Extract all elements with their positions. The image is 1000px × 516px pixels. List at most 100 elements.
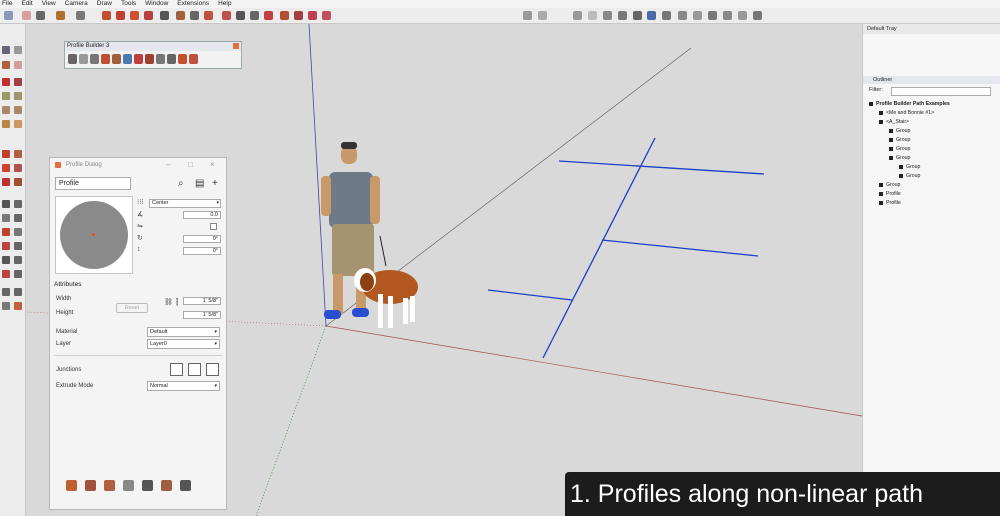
tree-node-root[interactable]: Profile Builder Path Examples — [869, 101, 950, 108]
component-tool-icon[interactable] — [14, 46, 22, 54]
pushpull-icon[interactable] — [102, 11, 111, 20]
offset-tool-icon[interactable] — [14, 178, 22, 186]
pb-close-icon[interactable] — [233, 43, 239, 49]
tree-node-profile[interactable]: Profile — [879, 200, 901, 207]
extrude-mode-select[interactable]: Normal ▾ — [147, 381, 220, 391]
pb-pencil-icon[interactable] — [68, 54, 77, 64]
polygon-tool-icon[interactable] — [14, 106, 22, 114]
position-camera-tool-icon[interactable] — [2, 288, 10, 296]
zoom-tool-icon[interactable] — [2, 256, 10, 264]
pan-tool-icon[interactable] — [14, 242, 22, 250]
layout-icon[interactable] — [308, 11, 317, 20]
menu-file[interactable]: File — [2, 0, 12, 8]
shaded-icon[interactable] — [603, 11, 612, 20]
previous-tool-icon[interactable] — [14, 270, 22, 278]
move-tool-icon[interactable] — [2, 150, 10, 158]
reset-button[interactable]: Reset — [116, 303, 148, 313]
width-input[interactable]: 1' 5/8" — [183, 297, 221, 305]
freehand-tool-icon[interactable] — [14, 78, 22, 86]
menu-camera[interactable]: Camera — [65, 0, 88, 8]
tape-icon[interactable] — [160, 11, 169, 20]
arc-tool-icon[interactable] — [2, 120, 10, 128]
menu-extensions[interactable]: Extensions — [177, 0, 209, 8]
menu-tools[interactable]: Tools — [121, 0, 136, 8]
profile-name-input[interactable]: Profile — [55, 177, 131, 190]
menu-edit[interactable]: Edit — [21, 0, 32, 8]
select-tool-icon[interactable] — [2, 46, 10, 54]
layer-select[interactable]: Layer0 ▾ — [147, 339, 220, 349]
tree-node-group[interactable]: Group — [899, 173, 920, 180]
line-icon[interactable] — [36, 11, 45, 20]
warehouse-icon[interactable] — [280, 11, 289, 20]
rotate-tool-icon[interactable] — [2, 164, 10, 172]
offset-icon[interactable] — [144, 11, 153, 20]
protractor-tool-icon[interactable] — [2, 214, 10, 222]
left-view-icon[interactable] — [723, 11, 732, 20]
dimension-tool-icon[interactable] — [14, 200, 22, 208]
filter-input[interactable] — [891, 87, 991, 96]
zoom-extents-tool-icon[interactable] — [2, 270, 10, 278]
rotated-rect-tool-icon[interactable] — [14, 92, 22, 100]
tree-node-group[interactable]: Group — [889, 155, 910, 162]
junction-butt-button[interactable] — [188, 363, 201, 376]
close-icon[interactable]: × — [210, 158, 215, 172]
move-icon[interactable] — [116, 11, 125, 20]
zoom-extents-icon[interactable] — [264, 11, 273, 20]
tree-node-group[interactable]: Group — [889, 146, 910, 153]
xray-icon[interactable] — [523, 11, 532, 20]
shape-icon[interactable] — [76, 11, 85, 20]
pan-icon[interactable] — [222, 11, 231, 20]
pb-swap-icon[interactable] — [145, 54, 154, 64]
textured-icon[interactable] — [618, 11, 627, 20]
menu-draw[interactable]: Draw — [97, 0, 112, 8]
tree-node-group[interactable]: Group — [889, 137, 910, 144]
pushpull-tool-icon[interactable] — [14, 150, 22, 158]
pb-member-icon[interactable] — [112, 54, 121, 64]
eraser-tool-icon[interactable] — [14, 61, 22, 69]
footer-person-icon[interactable] — [104, 480, 115, 491]
followme-tool-icon[interactable] — [14, 164, 22, 172]
back-edges-icon[interactable] — [538, 11, 547, 20]
footer-select-icon[interactable] — [142, 480, 153, 491]
pb-path-icon[interactable] — [90, 54, 99, 64]
extension-warehouse-icon[interactable] — [294, 11, 303, 20]
footer-trim-icon[interactable] — [85, 480, 96, 491]
footer-stamp-icon[interactable] — [161, 480, 172, 491]
pb-spanner-icon[interactable] — [156, 54, 165, 64]
tree-node-profile[interactable]: Profile — [879, 191, 901, 198]
pie-tool-icon[interactable] — [14, 120, 22, 128]
paint-icon[interactable] — [176, 11, 185, 20]
rotate-icon[interactable] — [130, 11, 139, 20]
hidden-line-icon[interactable] — [588, 11, 597, 20]
tree-node-group[interactable]: Group — [879, 182, 900, 189]
maximize-icon[interactable]: □ — [188, 158, 193, 172]
offset-input[interactable]: 0.0 — [183, 211, 221, 219]
extension-manager-icon[interactable] — [322, 11, 331, 20]
junction-square-button[interactable] — [206, 363, 219, 376]
house-icon[interactable] — [738, 11, 747, 20]
link-icon[interactable]: ⛓ — [164, 298, 173, 306]
front-view-icon[interactable] — [678, 11, 687, 20]
pb-cloud-icon[interactable] — [123, 54, 132, 64]
axes-tool-icon[interactable] — [2, 228, 10, 236]
footer-dropper-icon[interactable] — [180, 480, 191, 491]
orbit-tool-icon[interactable] — [2, 242, 10, 250]
tree-node-stair[interactable]: <A_Stair> — [879, 119, 909, 126]
footer-paint-icon[interactable] — [66, 480, 77, 491]
text-icon[interactable] — [190, 11, 199, 20]
junction-miter-button[interactable] — [170, 363, 183, 376]
look-around-tool-icon[interactable] — [2, 302, 10, 310]
select-icon[interactable] — [4, 11, 13, 20]
menu-view[interactable]: View — [42, 0, 56, 8]
menu-window[interactable]: Window — [145, 0, 168, 8]
align-select[interactable]: Center ▾ — [149, 199, 221, 208]
mirror-checkbox[interactable] — [210, 223, 217, 230]
iso-view-icon[interactable] — [647, 11, 656, 20]
pb-profile-icon[interactable] — [79, 54, 88, 64]
rect-tool-icon[interactable] — [2, 92, 10, 100]
tape-tool-icon[interactable] — [2, 200, 10, 208]
pb-component-icon[interactable] — [134, 54, 143, 64]
zoom-icon[interactable] — [236, 11, 245, 20]
tilt-input[interactable]: 0° — [183, 247, 221, 255]
pb-settings-icon[interactable] — [189, 54, 198, 64]
